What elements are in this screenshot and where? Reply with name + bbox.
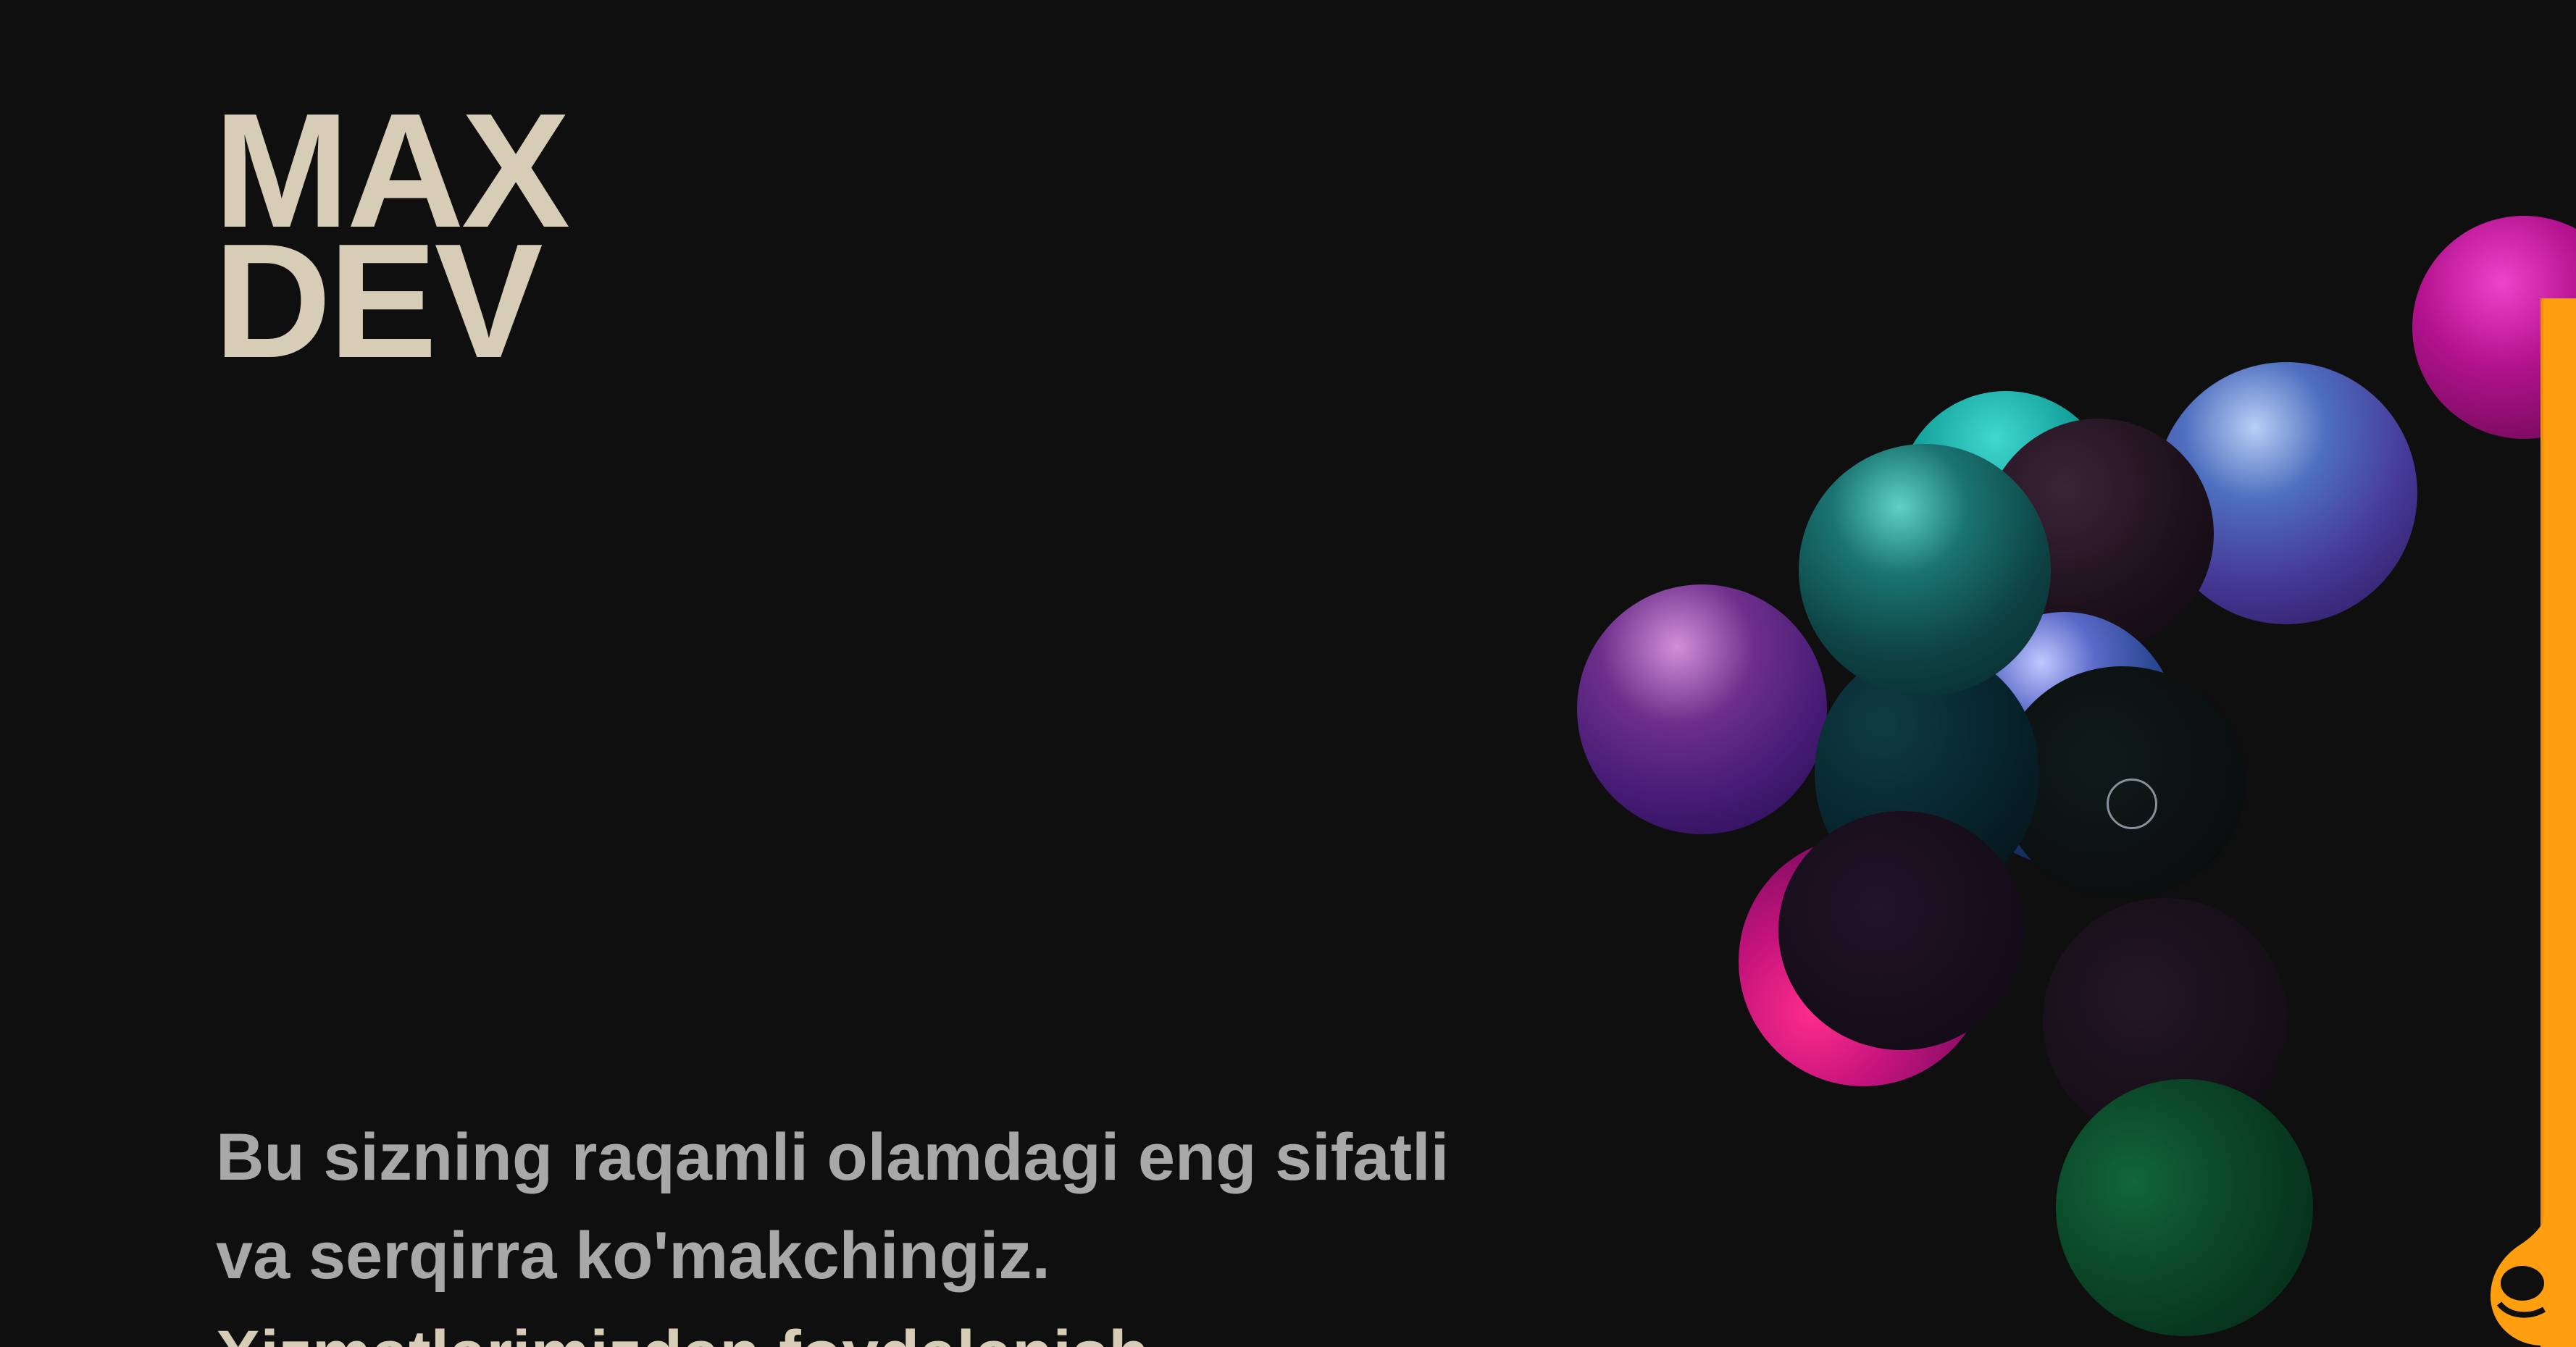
hero-tagline: Bu sizning raqamli olamdagi eng sifatli …	[216, 1108, 1592, 1347]
brand-logo[interactable]: MAX DEV	[214, 89, 570, 392]
brand-logo-line-2: DEV	[214, 209, 543, 392]
dark-green-sphere	[2056, 1079, 2313, 1336]
tagline-line-1: Bu sizning raqamli olamdagi eng sifatli	[216, 1120, 1450, 1194]
dark-violet-sphere	[1778, 811, 2025, 1050]
purple-sphere	[1577, 584, 1827, 834]
deep-teal-sphere	[1799, 444, 2051, 696]
scroll-handle-icon[interactable]	[2485, 1159, 2576, 1347]
tagline-line-3: Xizmatlarimizdan foydalanish	[216, 1305, 1592, 1347]
cursor-ring	[2107, 779, 2157, 829]
page: MAX DEV Bu sizning raqamli olamdagi eng …	[0, 0, 2576, 1347]
tagline-line-2: va serqirra ko'makchingiz.	[216, 1219, 1050, 1293]
